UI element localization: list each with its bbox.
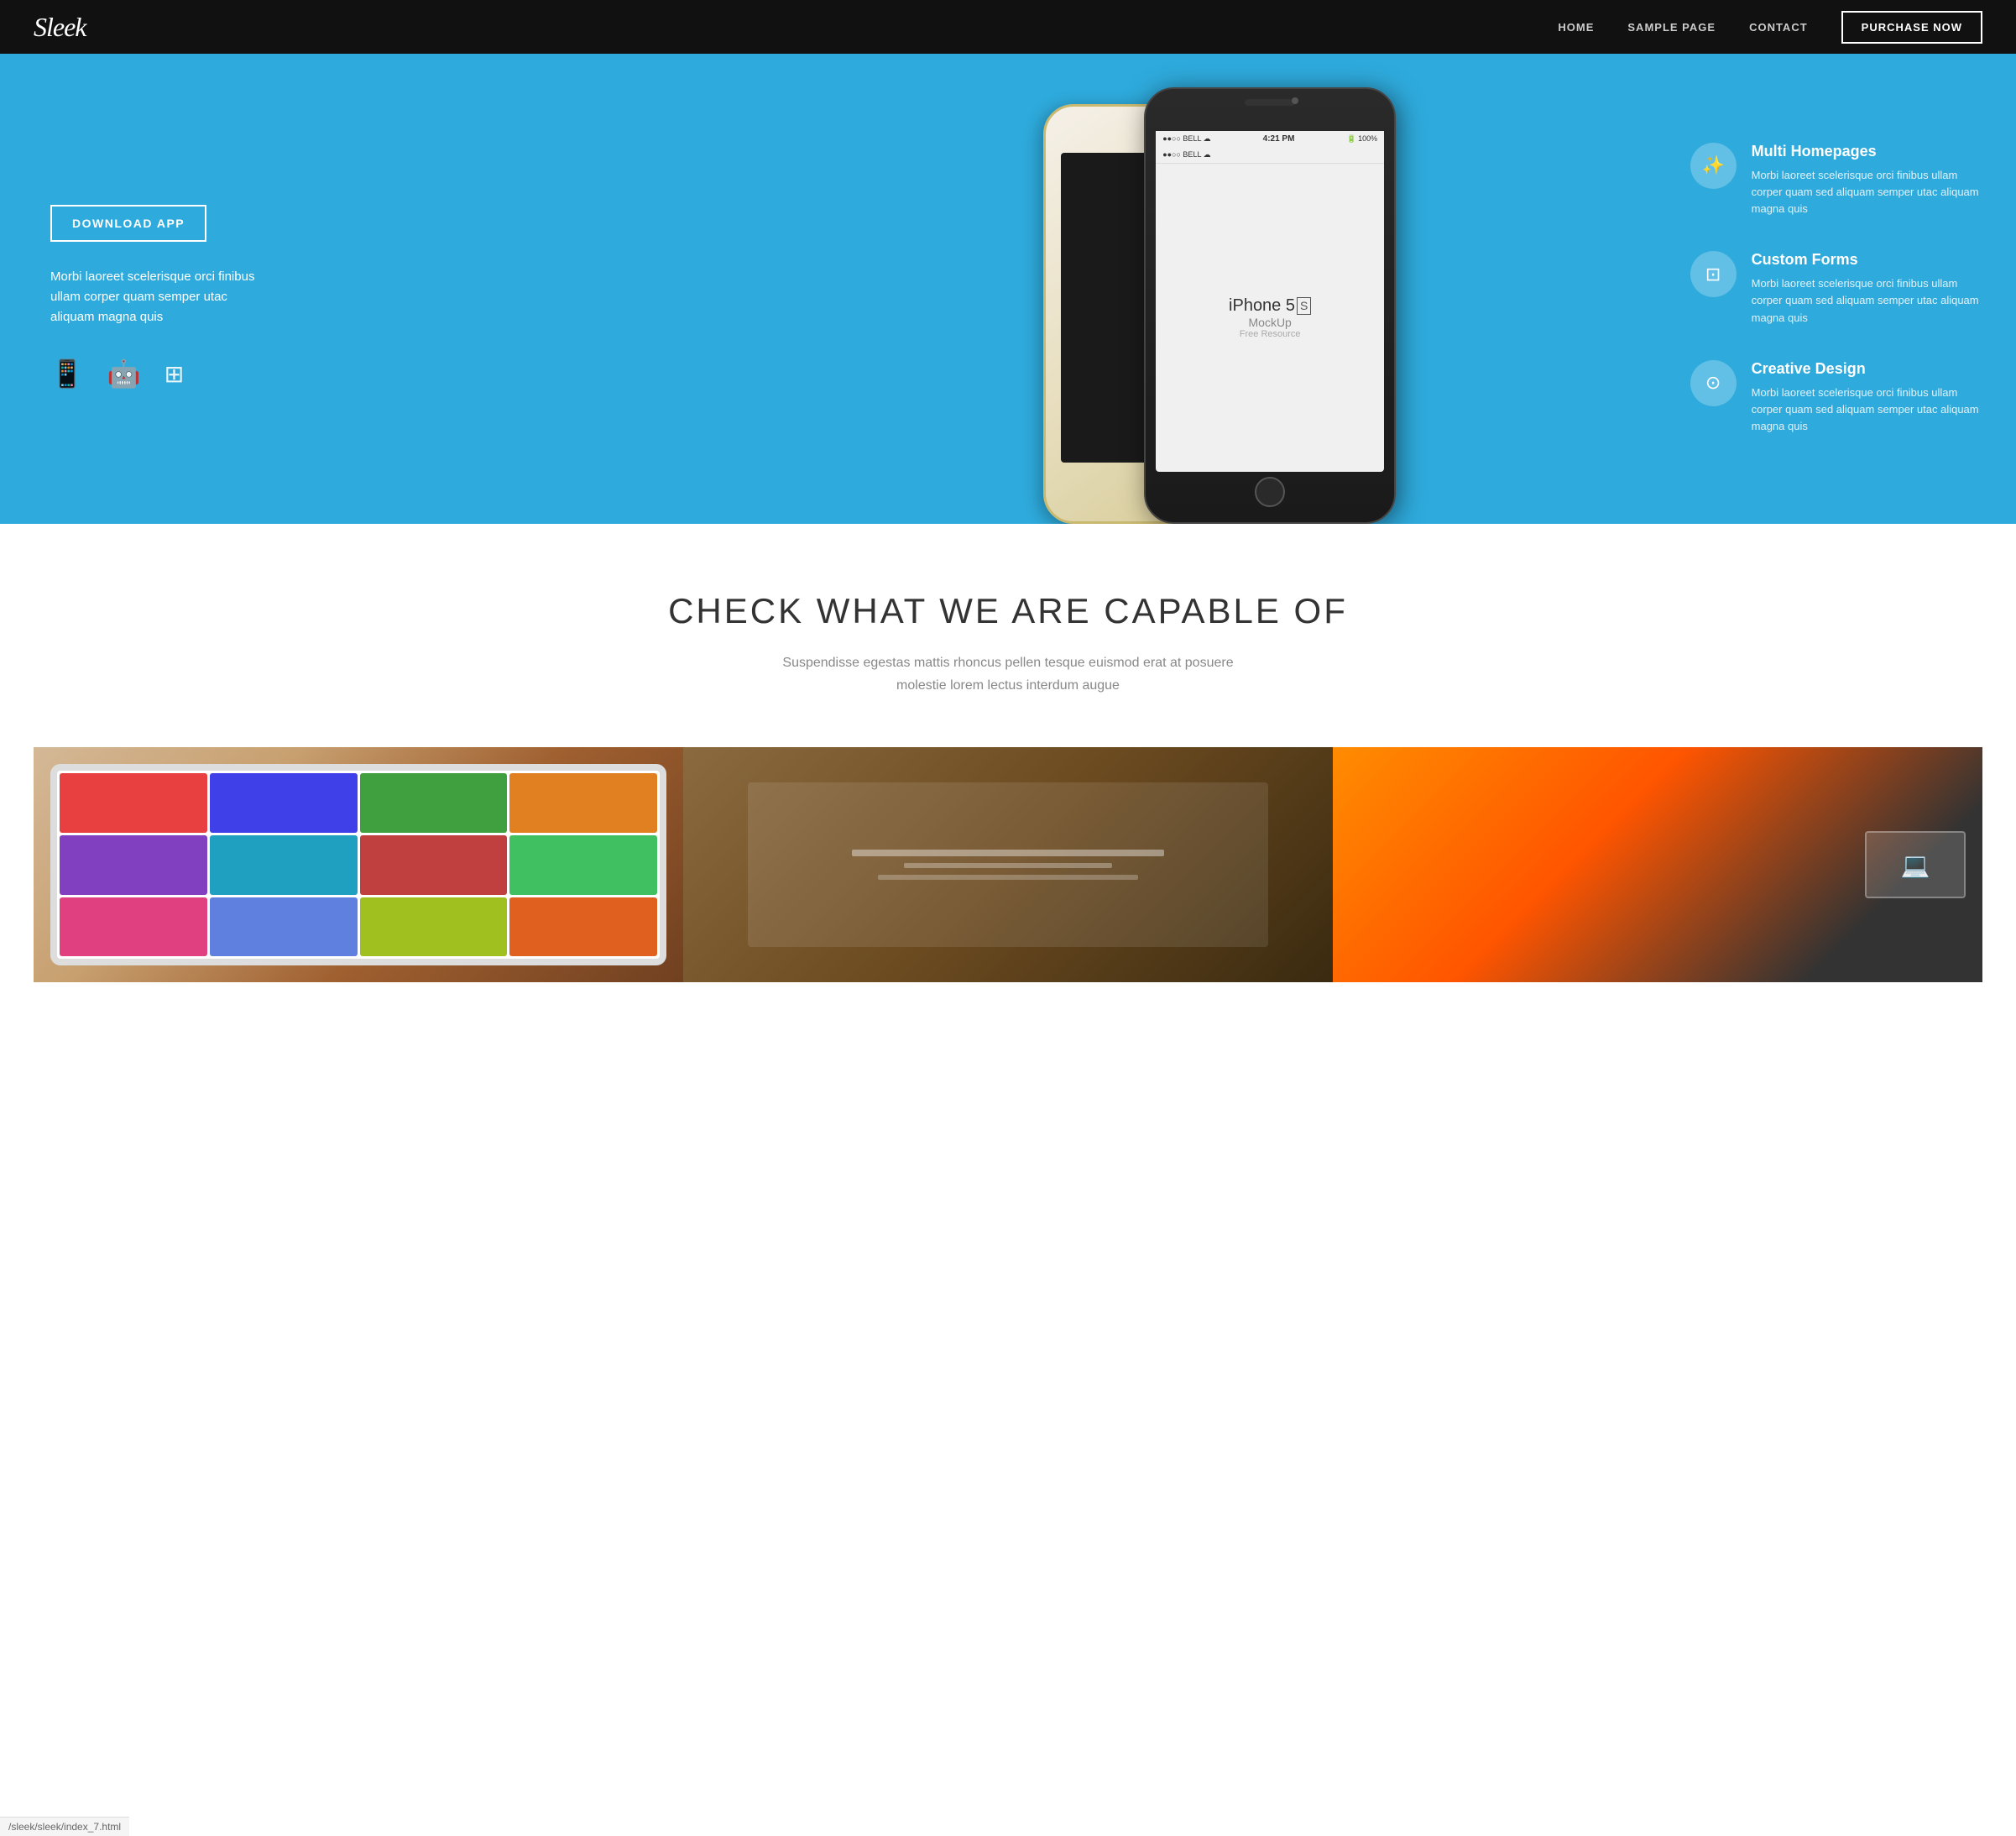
phone-status-carrier: ●●○○ BELL ☁ bbox=[1162, 134, 1210, 144]
feature-text-custom-forms: Custom Forms Morbi laoreet scelerisque o… bbox=[1752, 251, 1991, 326]
phone-status-time: 4:21 PM bbox=[1263, 134, 1295, 144]
hero-left-panel: DOWNLOAD APP Morbi laoreet scelerisque o… bbox=[0, 54, 766, 524]
feature-desc-custom-forms: Morbi laoreet scelerisque orci finibus u… bbox=[1752, 275, 1991, 326]
url-bar: /sleek/sleek/index_7.html bbox=[0, 1817, 129, 1836]
feature-desc-creative-design: Morbi laoreet scelerisque orci finibus u… bbox=[1752, 384, 1991, 435]
portfolio-grid: 💻 bbox=[34, 747, 1982, 982]
phone-model-name: iPhone 5 S bbox=[1229, 296, 1311, 316]
phone-screen: ●●○○ BELL ☁ 4:21 PM 🔋 100% ●●○○ BELL ☁ i… bbox=[1156, 131, 1384, 472]
ipad-mockup bbox=[50, 764, 666, 965]
phone-carrier2: ●●○○ BELL ☁ bbox=[1162, 150, 1210, 160]
custom-forms-icon: ⊡ bbox=[1690, 251, 1737, 297]
portfolio-item-1[interactable] bbox=[34, 747, 683, 982]
portfolio-item-2[interactable] bbox=[683, 747, 1333, 982]
phone-front: ●●○○ BELL ☁ 4:21 PM 🔋 100% ●●○○ BELL ☁ i… bbox=[1144, 87, 1396, 524]
multi-homepages-icon: ✨ bbox=[1690, 143, 1737, 189]
feature-desc-multi-homepages: Morbi laoreet scelerisque orci finibus u… bbox=[1752, 167, 1991, 217]
feature-text-multi-homepages: Multi Homepages Morbi laoreet scelerisqu… bbox=[1752, 143, 1991, 217]
windows-icon: ⊞ bbox=[165, 360, 184, 388]
phone-s-badge: S bbox=[1297, 297, 1311, 314]
creative-design-icon: ⊙ bbox=[1690, 360, 1737, 406]
feature-title-creative-design: Creative Design bbox=[1752, 360, 1991, 378]
navbar: Sleek HOME SAMPLE PAGE CONTACT PURCHASE … bbox=[0, 0, 2016, 54]
nav-link-contact[interactable]: CONTACT bbox=[1749, 21, 1808, 34]
capabilities-subtitle: Suspendisse egestas mattis rhoncus pelle… bbox=[756, 651, 1260, 697]
phone-status-bar: ●●○○ BELL ☁ 4:21 PM 🔋 100% bbox=[1156, 131, 1384, 147]
phone-home-button[interactable] bbox=[1255, 477, 1285, 507]
hero-section: DOWNLOAD APP Morbi laoreet scelerisque o… bbox=[0, 54, 2016, 524]
platform-icons: 📱 🤖 ⊞ bbox=[50, 358, 724, 390]
nav-link-home[interactable]: HOME bbox=[1558, 21, 1594, 34]
brand-logo[interactable]: Sleek bbox=[34, 12, 86, 43]
download-app-button[interactable]: DOWNLOAD APP bbox=[50, 205, 206, 242]
phone-camera bbox=[1292, 97, 1298, 104]
hero-phone-mockup: ●●○○ BELL ☁ 4:21 PM 🔋 100% ●●○○ BELL ☁ i… bbox=[766, 54, 1674, 524]
purchase-now-button[interactable]: PURCHASE NOW bbox=[1841, 11, 1982, 44]
capabilities-title: CHECK WHAT WE ARE CAPABLE OF bbox=[34, 591, 1982, 631]
ios-icon: 📱 bbox=[50, 358, 84, 390]
feature-text-creative-design: Creative Design Morbi laoreet scelerisqu… bbox=[1752, 360, 1991, 435]
phone-screen-content: iPhone 5 S MockUp Free Resource bbox=[1229, 164, 1311, 472]
phone-subtitle: MockUp bbox=[1249, 316, 1292, 329]
feature-item-custom-forms: ⊡ Custom Forms Morbi laoreet scelerisque… bbox=[1690, 251, 1991, 326]
feature-title-multi-homepages: Multi Homepages bbox=[1752, 143, 1991, 160]
portfolio-item-3[interactable]: 💻 bbox=[1333, 747, 1982, 982]
nav-link-sample-page[interactable]: SAMPLE PAGE bbox=[1627, 21, 1716, 34]
feature-title-custom-forms: Custom Forms bbox=[1752, 251, 1991, 269]
nav-links: HOME SAMPLE PAGE CONTACT PURCHASE NOW bbox=[1558, 11, 1982, 44]
feature-item-creative-design: ⊙ Creative Design Morbi laoreet sceleris… bbox=[1690, 360, 1991, 435]
android-icon: 🤖 bbox=[107, 358, 141, 390]
phone-subtitle2: Free Resource bbox=[1240, 329, 1301, 339]
phone-notch bbox=[1245, 99, 1295, 106]
phone-status-battery: 🔋 100% bbox=[1346, 134, 1377, 144]
hero-features-panel: ✨ Multi Homepages Morbi laoreet sceleris… bbox=[1674, 54, 2016, 524]
phone-status-bar2: ●●○○ BELL ☁ bbox=[1156, 147, 1384, 164]
hero-description-text: Morbi laoreet scelerisque orci finibus u… bbox=[50, 267, 269, 327]
capabilities-section: CHECK WHAT WE ARE CAPABLE OF Suspendisse… bbox=[0, 524, 2016, 1033]
phone-container: ●●○○ BELL ☁ 4:21 PM 🔋 100% ●●○○ BELL ☁ i… bbox=[1043, 87, 1396, 524]
feature-item-multi-homepages: ✨ Multi Homepages Morbi laoreet sceleris… bbox=[1690, 143, 1991, 217]
phone-model-text: iPhone 5 bbox=[1229, 296, 1295, 316]
